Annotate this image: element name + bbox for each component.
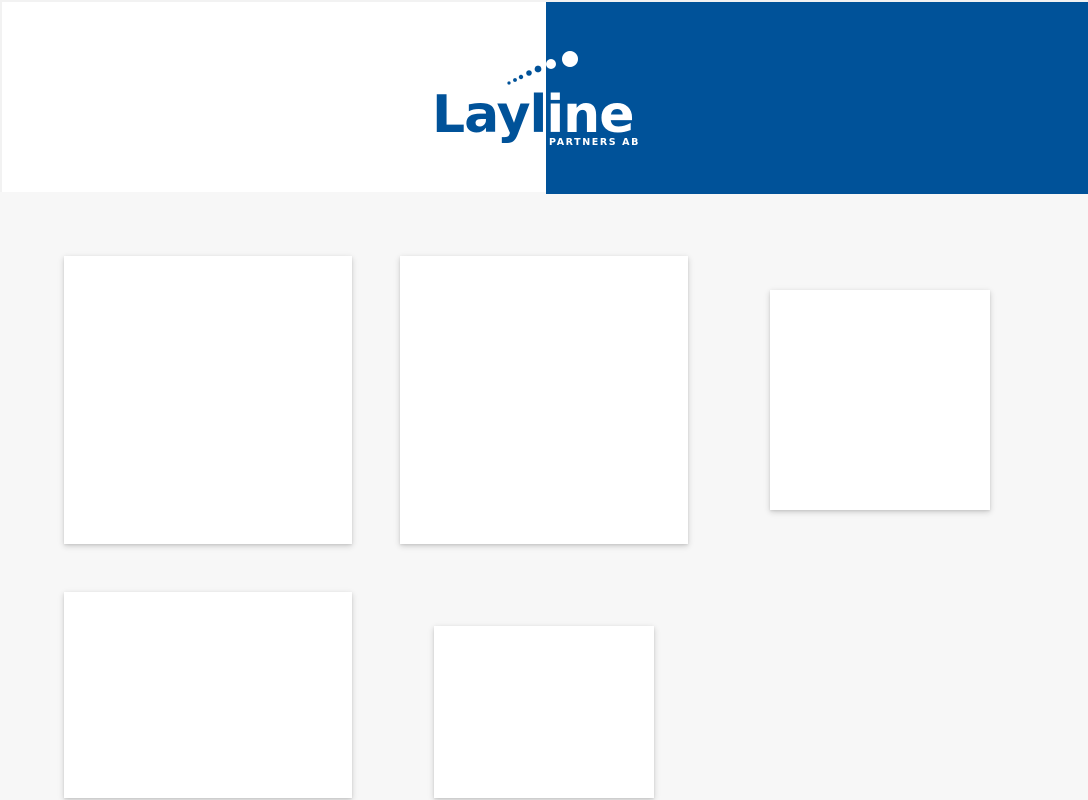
logo-graphic: Layline Layline PARTNERS AB (432, 51, 640, 148)
logo-tagline: PARTNERS AB (549, 137, 640, 148)
content-tile[interactable] (770, 290, 990, 510)
site-header: Layline Layline PARTNERS AB (0, 0, 1088, 194)
content-tile[interactable] (434, 626, 654, 798)
content-tile[interactable] (400, 256, 688, 544)
content-tile[interactable] (64, 256, 352, 544)
company-logo[interactable]: Layline Layline PARTNERS AB (432, 48, 656, 152)
content-tile[interactable] (64, 592, 352, 798)
